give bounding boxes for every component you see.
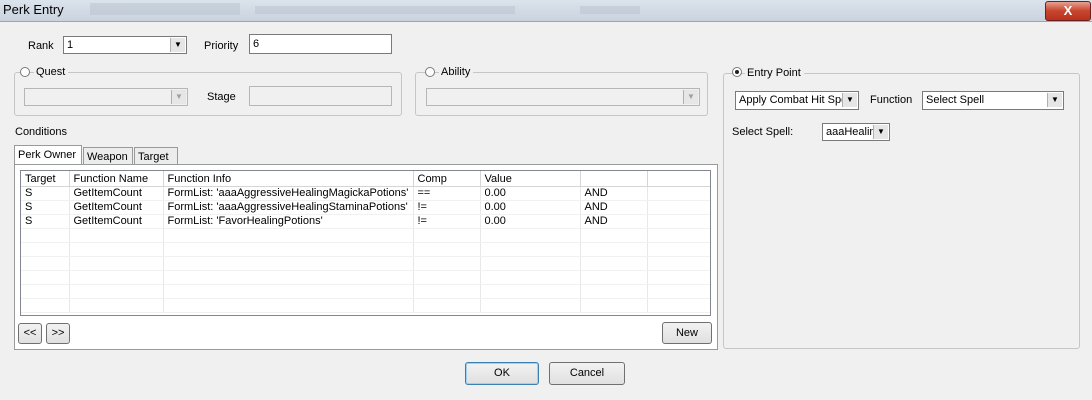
conditions-label: Conditions bbox=[15, 126, 67, 138]
new-condition-button[interactable]: New bbox=[662, 322, 712, 344]
table-row[interactable]: S GetItemCount FormList: 'aaaAggressiveH… bbox=[21, 200, 710, 215]
entry-point-group bbox=[723, 73, 1080, 349]
entry-point-value: Apply Combat Hit Spe bbox=[739, 94, 843, 106]
previous-button[interactable]: << bbox=[18, 323, 42, 344]
ability-label: Ability bbox=[439, 66, 474, 78]
cell-comp: != bbox=[413, 214, 481, 229]
function-value: Select Spell bbox=[926, 94, 985, 106]
cell-comp: != bbox=[413, 200, 481, 215]
chevron-down-icon[interactable]: ▼ bbox=[171, 90, 186, 104]
cell-target: S bbox=[21, 200, 70, 215]
column-header-empty bbox=[647, 171, 710, 187]
cell-function: GetItemCount bbox=[69, 186, 164, 201]
empty-row bbox=[21, 256, 710, 271]
cell-operator: AND bbox=[580, 200, 648, 215]
cell-operator: AND bbox=[580, 186, 648, 201]
tab-target[interactable]: Target bbox=[134, 147, 178, 165]
chevron-down-icon[interactable]: ▼ bbox=[170, 38, 185, 52]
cell-target: S bbox=[21, 214, 70, 229]
spell-select[interactable]: aaaHealin ▼ bbox=[822, 123, 890, 141]
column-header-target[interactable]: Target bbox=[21, 171, 70, 187]
tab-weapon[interactable]: Weapon bbox=[83, 147, 133, 165]
rank-value: 1 bbox=[67, 39, 74, 51]
table-row[interactable]: S GetItemCount FormList: 'FavorHealingPo… bbox=[21, 214, 710, 229]
empty-row bbox=[21, 298, 710, 313]
cell-function: GetItemCount bbox=[69, 214, 164, 229]
ok-button[interactable]: OK bbox=[465, 362, 539, 385]
window-title: Perk Entry bbox=[3, 2, 64, 17]
chevron-down-icon[interactable]: ▼ bbox=[1047, 93, 1062, 107]
stage-label: Stage bbox=[207, 91, 236, 103]
empty-row bbox=[21, 270, 710, 285]
chevron-down-icon[interactable]: ▼ bbox=[842, 93, 857, 107]
cell-info: FormList: 'aaaAggressiveHealingStaminaPo… bbox=[163, 200, 414, 215]
column-header-function-info[interactable]: Function Info bbox=[163, 171, 414, 187]
cell-info: FormList: 'FavorHealingPotions' bbox=[163, 214, 414, 229]
ability-select[interactable]: ▼ bbox=[426, 88, 700, 106]
table-row[interactable]: S GetItemCount FormList: 'aaaAggressiveH… bbox=[21, 186, 710, 201]
entry-point-select[interactable]: Apply Combat Hit Spe ▼ bbox=[735, 91, 859, 110]
conditions-grid: Target Function Name Function Info Comp … bbox=[21, 171, 710, 313]
title-bar: Perk Entry X bbox=[0, 0, 1092, 22]
cell-operator: AND bbox=[580, 214, 648, 229]
cell-value: 0.00 bbox=[480, 200, 581, 215]
column-header-operator[interactable] bbox=[580, 171, 648, 187]
next-button[interactable]: >> bbox=[46, 323, 70, 344]
column-header-function-name[interactable]: Function Name bbox=[69, 171, 164, 187]
priority-label: Priority bbox=[204, 40, 239, 52]
ability-radio[interactable] bbox=[425, 67, 435, 77]
entry-point-label: Entry Point bbox=[745, 67, 804, 79]
select-spell-label: Select Spell: bbox=[732, 126, 794, 138]
chevron-down-icon[interactable]: ▼ bbox=[683, 90, 698, 104]
priority-value: 6 bbox=[253, 38, 260, 50]
quest-select[interactable]: ▼ bbox=[24, 88, 188, 106]
function-select[interactable]: Select Spell ▼ bbox=[922, 91, 1064, 110]
background-window-ghost bbox=[255, 6, 515, 14]
cancel-button[interactable]: Cancel bbox=[549, 362, 625, 385]
priority-input[interactable]: 6 bbox=[249, 34, 392, 54]
function-label: Function bbox=[870, 94, 913, 106]
column-header-value[interactable]: Value bbox=[480, 171, 581, 187]
entry-point-radio[interactable] bbox=[732, 67, 742, 77]
column-header-comp[interactable]: Comp bbox=[413, 171, 481, 187]
cell-info: FormList: 'aaaAggressiveHealingMagickaPo… bbox=[163, 186, 414, 201]
stage-input[interactable] bbox=[249, 86, 392, 106]
empty-row bbox=[21, 242, 710, 257]
cell-target: S bbox=[21, 186, 70, 201]
empty-row bbox=[21, 228, 710, 243]
cell-comp: == bbox=[413, 186, 481, 201]
empty-row bbox=[21, 284, 710, 299]
quest-radio[interactable] bbox=[20, 67, 30, 77]
quest-label: Quest bbox=[34, 66, 69, 78]
spell-value: aaaHealin bbox=[826, 126, 876, 138]
conditions-table[interactable]: Target Function Name Function Info Comp … bbox=[20, 170, 711, 316]
cell-value: 0.00 bbox=[480, 214, 581, 229]
tab-perk-owner[interactable]: Perk Owner bbox=[14, 145, 82, 165]
table-header-row: Target Function Name Function Info Comp … bbox=[21, 171, 710, 187]
close-button[interactable]: X bbox=[1045, 1, 1091, 21]
rank-label: Rank bbox=[28, 40, 54, 52]
cell-function: GetItemCount bbox=[69, 200, 164, 215]
background-window-ghost bbox=[90, 3, 240, 15]
conditions-panel: Target Function Name Function Info Comp … bbox=[14, 164, 718, 350]
background-window-ghost bbox=[580, 6, 640, 14]
cell-value: 0.00 bbox=[480, 186, 581, 201]
rank-select[interactable]: 1 ▼ bbox=[63, 36, 187, 54]
chevron-down-icon[interactable]: ▼ bbox=[873, 125, 888, 139]
